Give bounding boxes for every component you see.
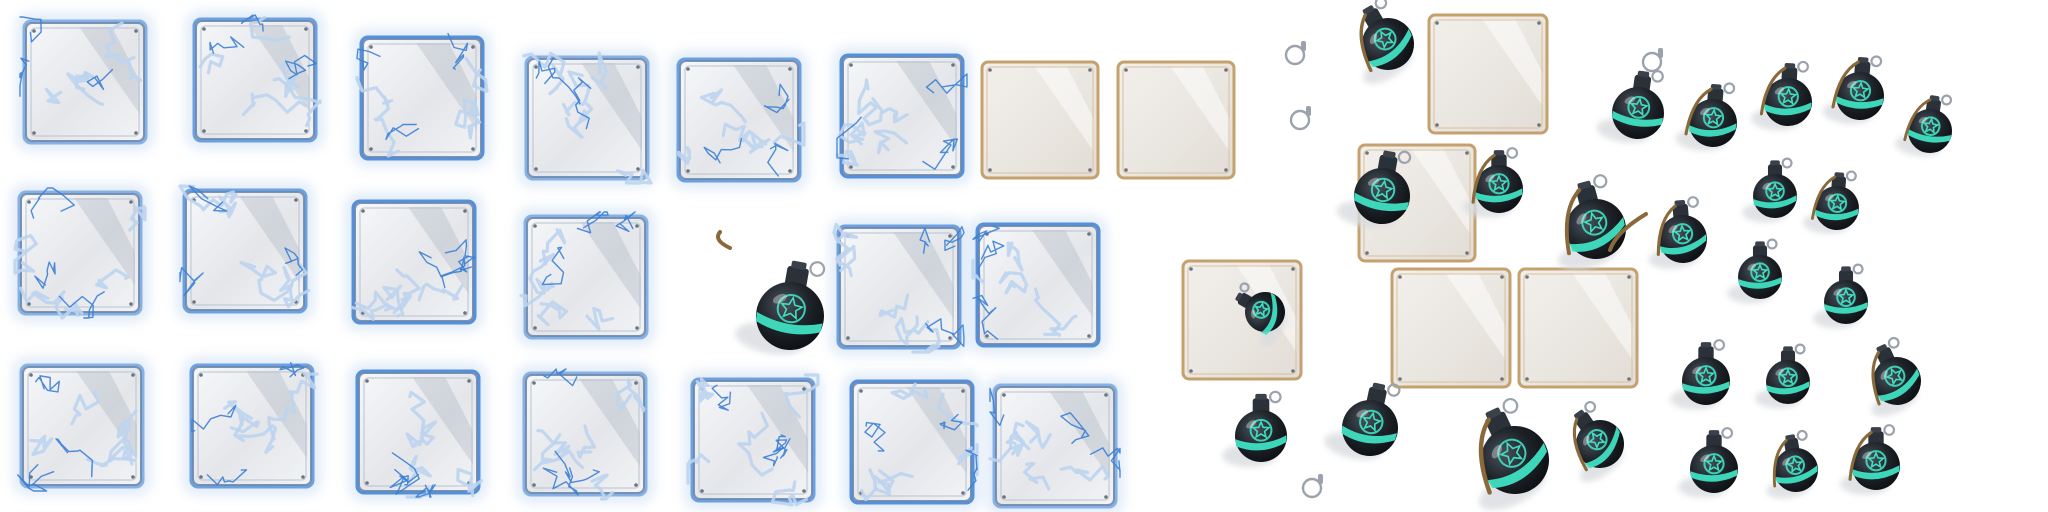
electric-frame-icon [349,363,487,501]
electric-frame-icon [969,216,1107,354]
grenade-icon [1596,70,1664,143]
sprite-sheet [11,0,1953,512]
electric-frame-icon [13,357,151,495]
pin-ring-icon [1584,401,1597,413]
pin-ring-icon [1883,424,1896,436]
pin-ring-icon [1387,383,1401,397]
wood-frame-icon [1116,60,1236,180]
grenade-icon [1678,427,1738,498]
pin-ring-icon [1713,339,1726,351]
pin-ring-icon [1781,157,1793,169]
pin-ring-icon [809,261,826,277]
grenade-icon [1478,397,1549,511]
wood-frame-icon [1390,267,1512,389]
grenade-icon [1871,336,1921,417]
pin-ring-icon [1593,174,1608,189]
pin-ring-icon [1269,390,1282,404]
electric-frame-icon [986,377,1124,512]
grenade-icon [1558,174,1626,270]
grenade-icon [1766,429,1818,499]
grenade-icon [1648,196,1707,269]
pin-ring-icon [1658,48,1663,58]
grenade-icon [1727,238,1782,304]
wood-frame-icon [1517,267,1639,389]
pin-ring-icon [1506,147,1519,159]
grenade-icon [1894,94,1953,157]
pin-ring-icon [1318,474,1323,484]
electric-frame-icon [670,51,808,189]
electric-frame-icon [345,193,483,331]
pin-ring-icon [1766,238,1778,250]
pin-ring-icon [1721,427,1734,439]
grenade-icon [1802,170,1859,234]
pin-ring-icon [1687,196,1699,208]
grenade-icon [1675,82,1737,151]
pin-ring-icon [1852,263,1864,275]
grenade-icon [1840,424,1900,495]
electric-frame-icon [843,373,981,511]
pin-ring-icon [1870,55,1883,68]
pin-ring-icon [1794,343,1806,355]
pin-ring-icon [1301,41,1306,51]
grenade-icon [735,260,826,355]
wood-frame-icon [1427,13,1549,135]
pin-ring-icon [1887,336,1900,349]
grenade-icon [1742,157,1797,223]
electric-frame-icon [833,47,971,185]
pin-ring-icon [1651,70,1664,83]
electric-frame-icon [183,357,321,495]
pin-ring-icon [1723,82,1736,95]
grenade-icon [1572,401,1624,482]
pin-ring-icon [1796,429,1808,441]
electric-frame-icon [516,365,654,503]
pin-ring-icon [1306,106,1311,116]
grenade-icon [1670,339,1730,410]
grenade-icon [1822,55,1884,124]
electric-frame-icon [16,13,154,151]
electric-frame-icon [186,11,324,149]
wood-frame-icon [980,60,1100,180]
grenade-icon [1222,390,1287,468]
electric-frame-icon [684,371,822,509]
lever-icon [716,230,732,250]
grenade-icon [1359,0,1414,84]
electric-frame-icon [518,49,656,187]
pin-ring-icon [1941,94,1953,106]
pin-ring-icon [1797,60,1809,73]
electric-frame-icon [176,182,314,320]
grenade-icon [1755,343,1810,409]
electric-frame-icon [11,184,149,322]
grenade-icon [1751,60,1812,131]
electric-frame-icon [353,29,491,167]
grenade-icon [1813,263,1868,329]
electric-frame-icon [830,218,968,356]
electric-frame-icon [517,208,655,346]
pin-ring-icon [1845,170,1857,182]
